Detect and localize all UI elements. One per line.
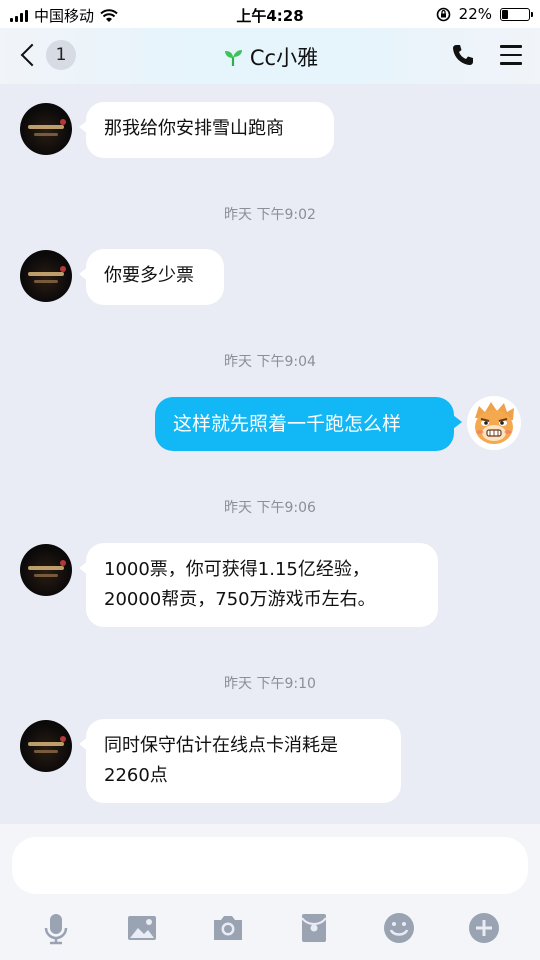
message-text-line: 2260点 <box>104 765 168 786</box>
timestamp: 昨天 下午9:06 <box>224 500 316 516</box>
orientation-lock-icon <box>436 7 450 21</box>
message-text-line: 20000帮贡，750万游戏币左右。 <box>104 589 376 610</box>
message-bubble[interactable]: 同时保守估计在线点卡消耗是 2260点 <box>79 719 401 803</box>
red-packet-icon[interactable] <box>296 910 332 946</box>
message-bubble[interactable]: 那我给你安排雪山跑商 <box>79 102 334 158</box>
camera-icon[interactable] <box>210 910 246 946</box>
cartoon-avatar-icon <box>467 396 521 450</box>
message-bubble[interactable]: 你要多少票 <box>79 249 224 305</box>
contact-avatar[interactable] <box>20 250 72 302</box>
message-text-line: 同时保守估计在线点卡消耗是 <box>104 735 338 756</box>
menu-icon[interactable] <box>500 45 522 65</box>
timestamp: 昨天 下午9:10 <box>224 676 316 692</box>
message-text: 你要多少票 <box>104 265 194 286</box>
contact-avatar[interactable] <box>20 720 72 772</box>
contact-avatar[interactable] <box>20 544 72 596</box>
status-bar: 中国移动 上午4:28 22% <box>0 0 540 28</box>
phone-icon[interactable] <box>450 42 476 68</box>
emoji-icon[interactable] <box>381 910 417 946</box>
chat-header: 1 Cc小雅 <box>0 28 540 84</box>
self-avatar[interactable] <box>467 396 521 450</box>
contact-avatar[interactable] <box>20 103 72 155</box>
chat-title-text: Cc小雅 <box>249 46 319 70</box>
message-input[interactable] <box>12 837 528 894</box>
timestamp: 昨天 下午9:02 <box>224 207 316 223</box>
battery-percent: 22% <box>458 5 492 23</box>
input-bar <box>0 824 540 960</box>
plus-icon[interactable] <box>466 910 502 946</box>
image-icon[interactable] <box>124 910 160 946</box>
input-toolbar <box>0 906 540 950</box>
message-bubble-self[interactable]: 这样就先照着一千跑怎么样 <box>155 397 462 451</box>
message-list[interactable]: 那我给你安排雪山跑商 昨天 下午9:02 你要多少票 昨天 下午9:04 这样就… <box>0 84 540 824</box>
battery-icon <box>500 7 533 21</box>
message-text-line: 1000票，你可获得1.15亿经验， <box>104 559 370 580</box>
message-text: 这样就先照着一千跑怎么样 <box>173 413 402 435</box>
message-text: 那我给你安排雪山跑商 <box>104 118 284 139</box>
mic-icon[interactable] <box>38 910 74 946</box>
timestamp: 昨天 下午9:04 <box>224 354 316 370</box>
sprout-icon <box>224 50 242 66</box>
message-bubble[interactable]: 1000票，你可获得1.15亿经验， 20000帮贡，750万游戏币左右。 <box>79 543 438 627</box>
